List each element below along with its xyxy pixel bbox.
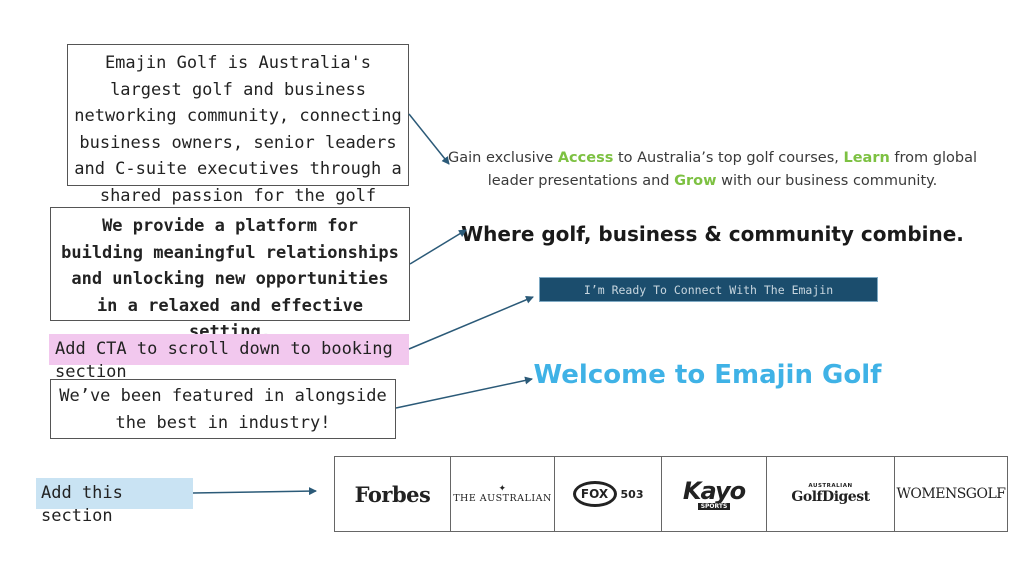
golf-digest-logo: AUSTRALIAN GolfDigest — [767, 457, 895, 531]
tagline-grow: Grow — [674, 173, 717, 189]
arrow-to-headline — [409, 229, 467, 265]
tagline-access: Access — [557, 150, 614, 166]
annotation-cta-instruction: Add CTA to scroll down to booking sectio… — [49, 334, 409, 382]
featured-logos-strip: Forbes ✦ THE AUSTRALIAN FOX 503 Kayo SPO… — [334, 456, 1008, 532]
welcome-heading: Welcome to Emajin Golf — [533, 360, 882, 390]
the-australian-text: THE AUSTRALIAN — [453, 493, 552, 504]
headline: Where golf, business & community combine… — [461, 222, 964, 246]
kayo-sports-label: SPORTS — [697, 502, 731, 510]
the-australian-logo: ✦ THE AUSTRALIAN — [451, 457, 555, 531]
arrow-to-welcome — [395, 376, 533, 409]
tagline-text: with our business community. — [716, 173, 938, 189]
tagline-learn: Learn — [843, 150, 890, 166]
annotation-about-community: Emajin Golf is Australia's largest golf … — [67, 44, 409, 206]
kayo-wordmark: Kayo — [682, 476, 746, 505]
fox-sports-mark: FOX 503 — [572, 481, 644, 507]
fox-sports-logo: FOX 503 — [555, 457, 662, 531]
arrow-to-logos — [192, 487, 317, 496]
arrow-to-cta — [408, 296, 534, 350]
connect-cta-button[interactable]: I’m Ready To Connect With The Emajin — [539, 277, 878, 302]
womens-golf-logo: WOMENSGOLF — [896, 486, 1006, 502]
golf-digest-wordmark: GolfDigest — [791, 489, 870, 505]
tagline-text: to Australia’s top golf courses, — [613, 150, 844, 166]
kayo-mark: Kayo SPORTS — [682, 476, 746, 510]
tagline-text: Gain exclusive — [448, 150, 558, 166]
annotation-add-section: Add this section — [36, 478, 193, 526]
fox-oval-icon: FOX — [572, 481, 617, 507]
kayo-sports-logo: Kayo SPORTS — [662, 457, 767, 531]
tagline: Gain exclusive Access to Australia’s top… — [440, 147, 985, 193]
annotation-featured-note: We’ve been featured in alongside the bes… — [50, 379, 396, 439]
annotation-platform-description: We provide a platform for building meani… — [50, 207, 410, 342]
fox-channel-number: 503 — [620, 487, 644, 501]
forbes-logo: Forbes — [335, 457, 451, 531]
